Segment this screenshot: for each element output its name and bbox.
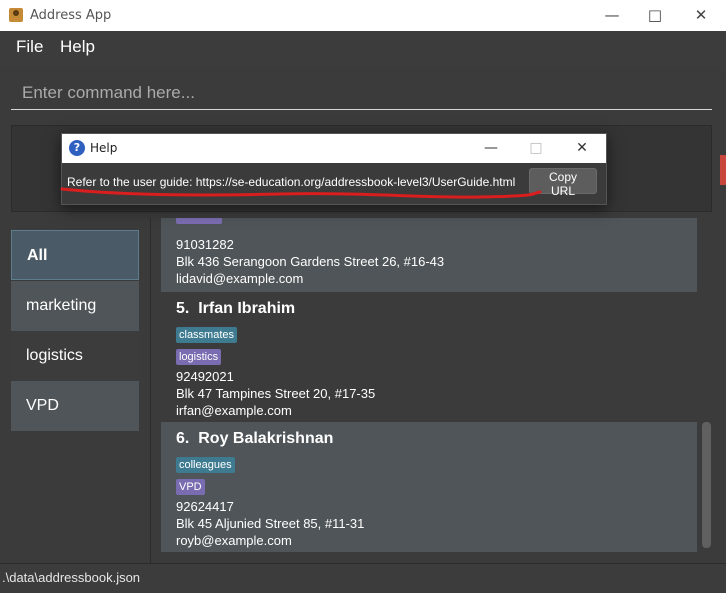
person-list-panel: 91031282 Blk 436 Serangoon Gardens Stree… xyxy=(151,218,726,563)
person-email: royb@example.com xyxy=(176,533,292,548)
tag-badge: logistics xyxy=(176,349,222,365)
close-icon[interactable]: ✕ xyxy=(691,6,711,24)
menu-file[interactable]: File xyxy=(16,37,43,57)
app-icon xyxy=(9,8,23,22)
help-message: Refer to the user guide: https://se-educ… xyxy=(67,175,516,189)
person-name: 5. Irfan Ibrahim xyxy=(176,300,296,317)
tag-list-panel: All marketing logistics VPD xyxy=(0,218,151,563)
person-phone: 92492021 xyxy=(176,369,234,384)
menu-bar: File Help xyxy=(0,31,726,67)
status-bar: .\data\addressbook.json xyxy=(0,563,726,593)
menu-help[interactable]: Help xyxy=(60,37,95,57)
copy-url-button[interactable]: Copy URL xyxy=(529,168,597,198)
person-card[interactable]: 6. Roy Balakrishnan colleagues VPD 92624… xyxy=(161,422,697,552)
person-phone: 92624417 xyxy=(176,499,234,514)
window-titlebar: Address App — □ ✕ xyxy=(0,0,726,31)
person-address: Blk 47 Tampines Street 20, #17-35 xyxy=(176,386,376,401)
result-edge-highlight xyxy=(720,155,726,185)
minimize-icon[interactable]: — xyxy=(602,6,622,24)
window-title: Address App xyxy=(30,8,112,23)
tag-item-vpd[interactable]: VPD xyxy=(11,381,139,431)
person-address: Blk 45 Aljunied Street 85, #11-31 xyxy=(176,516,365,531)
maximize-icon[interactable]: □ xyxy=(645,6,665,24)
tag-item-all[interactable]: All xyxy=(11,230,139,280)
tag-badge: VPD xyxy=(176,479,205,495)
minimize-icon[interactable]: — xyxy=(481,139,501,157)
scrollbar-thumb[interactable] xyxy=(702,422,711,548)
person-card[interactable]: 91031282 Blk 436 Serangoon Gardens Stree… xyxy=(161,218,697,292)
person-name: 6. Roy Balakrishnan xyxy=(176,430,334,447)
tag-item-logistics[interactable]: logistics xyxy=(11,331,139,381)
help-title: Help xyxy=(90,141,118,155)
help-question-icon: ? xyxy=(69,140,85,156)
person-email: irfan@example.com xyxy=(176,403,292,418)
save-location: .\data\addressbook.json xyxy=(2,570,141,585)
person-card[interactable]: 5. Irfan Ibrahim classmates logistics 92… xyxy=(161,292,697,422)
help-dialog: ? Help — □ ✕ Refer to the user guide: ht… xyxy=(61,133,607,205)
help-titlebar: ? Help — □ ✕ xyxy=(62,134,606,163)
command-box xyxy=(0,66,726,118)
command-input[interactable] xyxy=(11,77,712,110)
tag-badge-partial xyxy=(176,218,222,224)
tag-badge: colleagues xyxy=(176,457,235,473)
tag-item-marketing[interactable]: marketing xyxy=(11,281,139,331)
person-address: Blk 436 Serangoon Gardens Street 26, #16… xyxy=(176,254,445,269)
close-icon[interactable]: ✕ xyxy=(572,139,592,157)
maximize-icon: □ xyxy=(529,140,543,156)
person-email: lidavid@example.com xyxy=(176,271,304,286)
person-phone: 91031282 xyxy=(176,237,234,252)
tag-badge: classmates xyxy=(176,327,238,343)
